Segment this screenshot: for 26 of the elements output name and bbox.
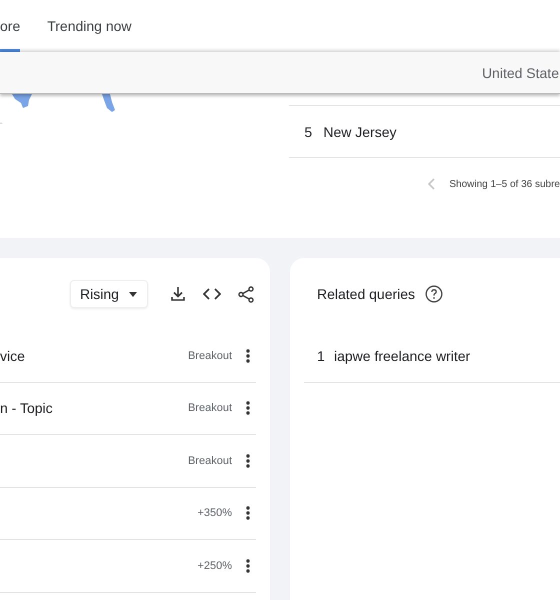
- nav-tab[interactable]: Trending now: [47, 0, 132, 52]
- download-icon[interactable]: [170, 286, 186, 302]
- caret-icon: [128, 292, 137, 296]
- filter-dropdown[interactable]: Rising: [70, 280, 148, 308]
- topic-value: Breakout: [188, 454, 232, 467]
- query-text: iapwe freelance writer: [334, 348, 470, 364]
- more-icon[interactable]: [246, 558, 250, 573]
- share-icon[interactable]: [238, 286, 254, 302]
- topic-value: Breakout: [188, 402, 232, 414]
- more-icon[interactable]: [246, 454, 250, 468]
- topic-label: n - Topic: [0, 400, 54, 416]
- code-icon[interactable]: [202, 288, 221, 300]
- region-name: New Jersey: [323, 124, 396, 140]
- topic-label: vice: [0, 348, 26, 364]
- card-title: Related queries: [317, 286, 416, 302]
- location-text: United State: [482, 64, 559, 80]
- more-icon[interactable]: [246, 506, 250, 520]
- topic-value: +350%: [197, 507, 232, 520]
- topic-value: Breakout: [188, 350, 232, 362]
- help-icon[interactable]: [425, 285, 444, 303]
- more-icon[interactable]: [246, 348, 250, 363]
- rank-number: 1: [317, 348, 326, 364]
- topic-value: +250%: [197, 560, 232, 572]
- more-icon[interactable]: [246, 401, 250, 416]
- rank-number: 5: [304, 124, 314, 140]
- pagination-text: Showing 1–5 of 36 subre: [449, 178, 560, 190]
